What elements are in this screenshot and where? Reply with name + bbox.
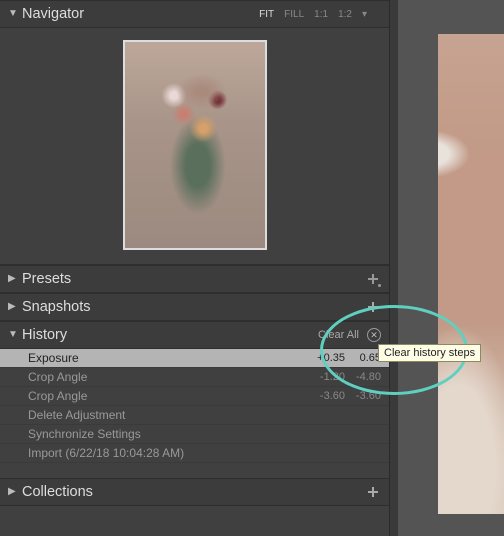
snapshots-title: Snapshots bbox=[22, 299, 365, 315]
history-header[interactable]: ▼ History Clear All ✕ bbox=[0, 321, 389, 349]
history-row[interactable]: Delete Adjustment bbox=[0, 406, 389, 425]
disclosure-triangle-icon: ▼ bbox=[8, 8, 22, 19]
disclosure-triangle-icon: ▶ bbox=[8, 486, 22, 497]
zoom-1-1[interactable]: 1:1 bbox=[314, 9, 328, 20]
history-value: -1.20 bbox=[315, 371, 345, 383]
disclosure-triangle-icon: ▶ bbox=[8, 301, 22, 312]
history-row[interactable]: Crop Angle -1.20 -4.80 bbox=[0, 368, 389, 387]
history-value: -3.60 bbox=[315, 390, 345, 402]
navigator-header[interactable]: ▼ Navigator FIT FILL 1:1 1:2 ▾ bbox=[0, 0, 389, 28]
history-row[interactable]: Synchronize Settings bbox=[0, 425, 389, 444]
presets-header[interactable]: ▶ Presets bbox=[0, 265, 389, 293]
clear-icon[interactable]: ✕ bbox=[367, 328, 381, 342]
presets-title: Presets bbox=[22, 271, 365, 287]
clear-all-button[interactable]: Clear All bbox=[318, 329, 359, 341]
history-row[interactable]: Exposure +0.35 0.65 bbox=[0, 349, 389, 368]
history-list: Exposure +0.35 0.65 Crop Angle -1.20 -4.… bbox=[0, 349, 389, 463]
preview-area bbox=[398, 0, 504, 536]
disclosure-triangle-icon: ▼ bbox=[8, 329, 22, 340]
disclosure-triangle-icon: ▶ bbox=[8, 273, 22, 284]
add-collection-icon[interactable] bbox=[365, 484, 381, 500]
zoom-fill[interactable]: FILL bbox=[284, 9, 304, 20]
zoom-fit[interactable]: FIT bbox=[259, 9, 274, 20]
history-step-name: Exposure bbox=[28, 351, 303, 365]
history-step-name: Crop Angle bbox=[28, 370, 303, 384]
tooltip: Clear history steps bbox=[378, 344, 481, 362]
history-step-name: Import (6/22/18 10:04:28 AM) bbox=[28, 446, 303, 460]
history-value: 0.65 bbox=[351, 352, 381, 364]
navigator-thumbnail[interactable] bbox=[123, 40, 267, 250]
navigator-title: Navigator bbox=[22, 6, 259, 22]
history-row[interactable]: Crop Angle -3.60 -3.60 bbox=[0, 387, 389, 406]
zoom-menu-icon[interactable]: ▾ bbox=[362, 9, 367, 20]
add-preset-icon[interactable] bbox=[365, 271, 381, 287]
history-value: +0.35 bbox=[315, 352, 345, 364]
history-value: -3.60 bbox=[351, 390, 381, 402]
history-step-name: Delete Adjustment bbox=[28, 408, 303, 422]
collections-title: Collections bbox=[22, 484, 365, 500]
zoom-1-2[interactable]: 1:2 bbox=[338, 9, 352, 20]
zoom-options: FIT FILL 1:1 1:2 ▾ bbox=[259, 9, 381, 20]
history-title: History bbox=[22, 327, 318, 343]
history-value: -4.80 bbox=[351, 371, 381, 383]
history-step-name: Crop Angle bbox=[28, 389, 303, 403]
history-step-name: Synchronize Settings bbox=[28, 427, 303, 441]
navigator-body bbox=[0, 28, 389, 265]
preview-image[interactable] bbox=[438, 34, 504, 514]
add-snapshot-icon[interactable] bbox=[365, 299, 381, 315]
snapshots-header[interactable]: ▶ Snapshots bbox=[0, 293, 389, 321]
collections-header[interactable]: ▶ Collections bbox=[0, 478, 389, 506]
history-row[interactable]: Import (6/22/18 10:04:28 AM) bbox=[0, 444, 389, 463]
